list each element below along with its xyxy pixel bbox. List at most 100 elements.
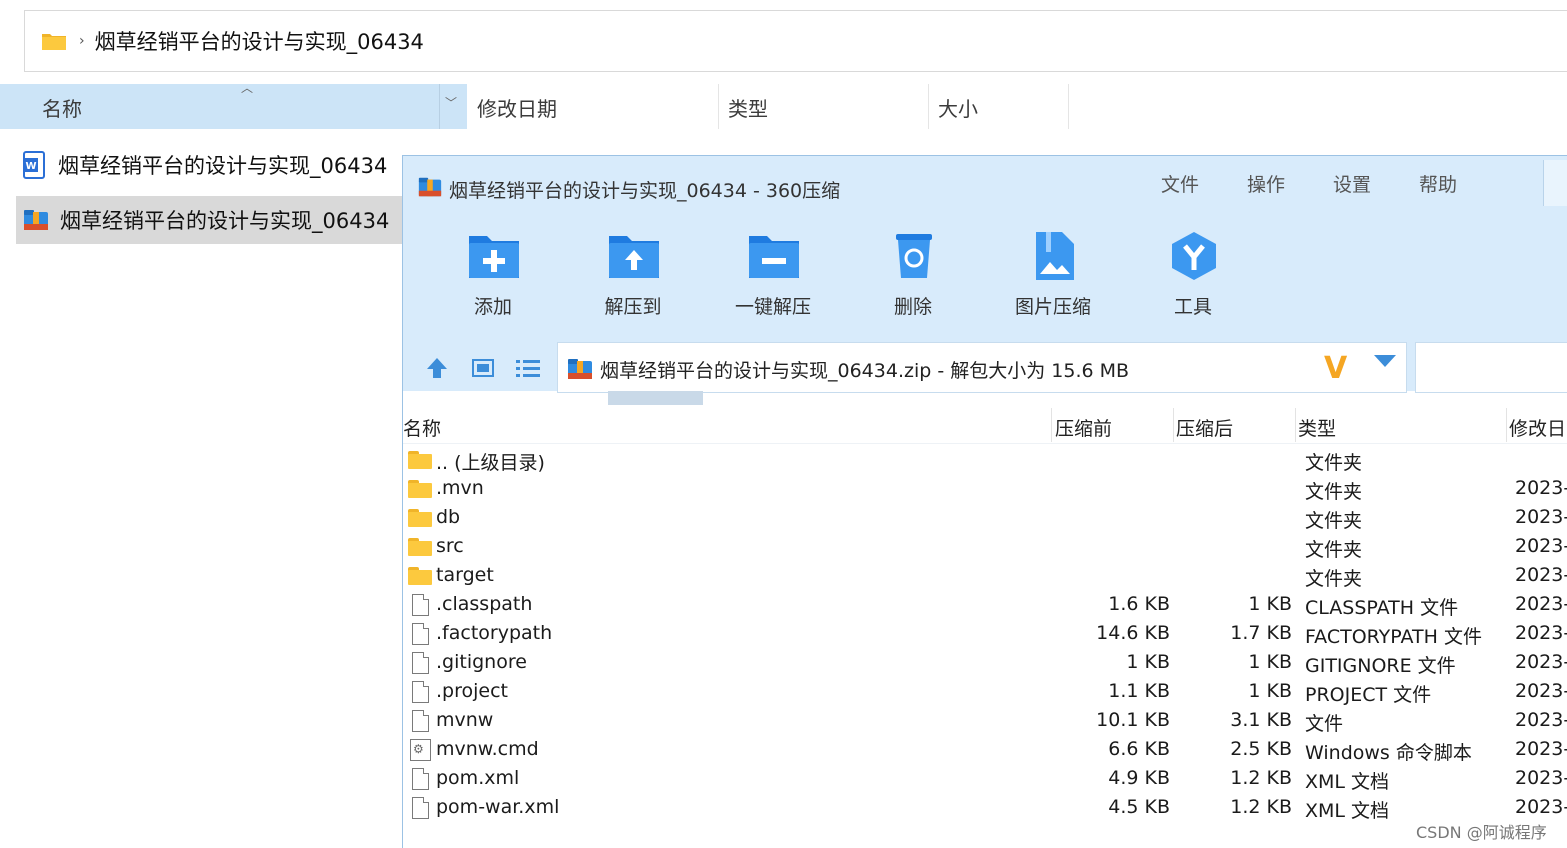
extract-to-icon: [609, 236, 659, 278]
file-row[interactable]: src 文件夹 2023-: [403, 533, 1567, 562]
explorer-row-doc[interactable]: W 烟草经销平台的设计与实现_06434: [16, 141, 402, 189]
menu-help[interactable]: 帮助: [1419, 170, 1457, 197]
file-row[interactable]: db 文件夹 2023-: [403, 504, 1567, 533]
folder-icon: [408, 564, 432, 588]
file-type: 文件夹: [1305, 510, 1363, 532]
address-bar[interactable]: › 烟草经销平台的设计与实现_06434: [24, 10, 1567, 72]
image-compress-label: 图片压缩: [1014, 296, 1091, 318]
file-row[interactable]: .gitignore 1 KB 1 KB GITIGNORE 文件 2023-: [403, 649, 1567, 678]
one-click-extract-icon: [749, 236, 799, 278]
file-icon: [408, 680, 432, 704]
svg-text:W: W: [25, 161, 36, 172]
file-name: .project: [436, 680, 508, 702]
file-icon: [408, 796, 432, 820]
file-row[interactable]: .classpath 1.6 KB 1 KB CLASSPATH 文件 2023-: [403, 591, 1567, 620]
zip-archive-icon: [24, 210, 48, 230]
explorer-row-label: 烟草经销平台的设计与实现_06434: [60, 209, 390, 233]
chevron-down-icon[interactable]: [1374, 355, 1396, 367]
add-button[interactable]: 添加: [438, 228, 548, 328]
chevron-down-icon[interactable]: ﹀: [445, 94, 457, 111]
file-date: 2023-: [1515, 651, 1567, 673]
column-size[interactable]: 大小: [938, 93, 978, 122]
delete-button[interactable]: 删除: [858, 228, 968, 328]
breadcrumb[interactable]: 烟草经销平台的设计与实现_06434: [95, 26, 424, 56]
folder-icon: [41, 31, 67, 51]
tools-icon: [1172, 232, 1216, 280]
file-row[interactable]: pom.xml 4.9 KB 1.2 KB XML 文档 2023-: [403, 765, 1567, 794]
one-click-extract-label: 一键解压: [734, 296, 811, 318]
header-name[interactable]: 名称: [403, 414, 441, 441]
file-size-after: 1 KB: [1248, 593, 1292, 615]
extract-to-button[interactable]: 解压到: [578, 228, 688, 328]
column-type[interactable]: 类型: [728, 93, 768, 122]
file-size-before: 4.9 KB: [1108, 767, 1170, 789]
file-name: .factorypath: [436, 622, 553, 644]
menu-settings[interactable]: 设置: [1333, 170, 1371, 197]
file-row[interactable]: .. (上级目录) 文件夹: [403, 446, 1567, 475]
shirt-skin-icon[interactable]: [1543, 160, 1567, 206]
file-size-before: 10.1 KB: [1096, 709, 1170, 731]
menu-operate[interactable]: 操作: [1247, 170, 1285, 197]
file-name: src: [436, 535, 464, 557]
file-size-before: 1.6 KB: [1108, 593, 1170, 615]
file-type: Windows 命令脚本: [1305, 742, 1472, 764]
file-size-after: 1 KB: [1248, 680, 1292, 702]
word-doc-icon: W: [23, 151, 45, 179]
explorer-column-header: 名称 ︿ ﹀ 修改日期 类型 大小: [0, 81, 1567, 129]
file-date: 2023-: [1515, 535, 1567, 557]
file-row[interactable]: target 文件夹 2023-: [403, 562, 1567, 591]
file-size-after: 1 KB: [1248, 651, 1292, 673]
file-row[interactable]: ⚙ mvnw.cmd 6.6 KB 2.5 KB Windows 命令脚本 2023-: [403, 736, 1567, 765]
file-name: .classpath: [436, 593, 533, 615]
explorer-row-zip[interactable]: 烟草经销平台的设计与实现_06434: [16, 196, 402, 244]
zip-app-icon: [418, 177, 442, 197]
file-row[interactable]: .mvn 文件夹 2023-: [403, 475, 1567, 504]
folder-icon: [408, 448, 432, 472]
file-type: 文件夹: [1305, 452, 1363, 474]
list-view-icon[interactable]: [515, 356, 541, 380]
up-arrow-icon[interactable]: [425, 356, 449, 380]
column-modified[interactable]: 修改日期: [477, 93, 557, 122]
file-name: db: [436, 506, 461, 528]
file-row[interactable]: pom-war.xml 4.5 KB 1.2 KB XML 文档 2023-: [403, 794, 1567, 823]
watermark: CSDN @阿诚程序: [1416, 823, 1547, 842]
file-size-before: 1 KB: [1126, 651, 1170, 673]
chevron-right-icon: ›: [79, 33, 85, 49]
file-icon: [408, 767, 432, 791]
thumbnail-view-icon[interactable]: [471, 356, 495, 380]
archive-path-field[interactable]: 烟草经销平台的设计与实现_06434.zip - 解包大小为 15.6 MB V: [557, 342, 1407, 393]
header-date[interactable]: 修改日: [1509, 414, 1566, 441]
sort-ascending-icon: ︿: [241, 81, 254, 95]
file-row[interactable]: mvnw 10.1 KB 3.1 KB 文件 2023-: [403, 707, 1567, 736]
file-type: 文件: [1305, 713, 1344, 735]
file-size-after: 1.7 KB: [1230, 622, 1292, 644]
file-size-after: 2.5 KB: [1230, 738, 1292, 760]
header-type[interactable]: 类型: [1298, 414, 1336, 441]
file-date: 2023-: [1515, 738, 1567, 760]
file-name: .mvn: [436, 477, 484, 499]
file-size-after: 1.2 KB: [1230, 796, 1292, 818]
file-type: PROJECT 文件: [1305, 684, 1432, 706]
horizontal-scrollbar[interactable]: [608, 391, 703, 405]
search-input[interactable]: [1415, 342, 1567, 393]
file-size-before: 6.6 KB: [1108, 738, 1170, 760]
file-date: 2023-: [1515, 593, 1567, 615]
file-type: XML 文档: [1305, 771, 1390, 793]
tools-button[interactable]: 工具: [1138, 228, 1248, 328]
one-click-extract-button[interactable]: 一键解压: [718, 228, 828, 328]
delete-icon: [896, 234, 932, 278]
file-name: .. (上级目录): [436, 452, 545, 474]
file-date: 2023-: [1515, 709, 1567, 731]
file-row[interactable]: .project 1.1 KB 1 KB PROJECT 文件 2023-: [403, 678, 1567, 707]
header-after[interactable]: 压缩后: [1176, 414, 1233, 441]
column-name[interactable]: 名称 ︿ ﹀: [0, 81, 467, 129]
header-before[interactable]: 压缩前: [1055, 414, 1112, 441]
file-name: pom.xml: [436, 767, 520, 789]
file-row[interactable]: .factorypath 14.6 KB 1.7 KB FACTORYPATH 文件 2…: [403, 620, 1567, 649]
file-date: 2023-: [1515, 477, 1567, 499]
image-compress-button[interactable]: 图片压缩: [998, 228, 1108, 328]
zip-archive-icon: [568, 359, 592, 379]
menu-file[interactable]: 文件: [1161, 170, 1199, 197]
file-date: 2023-: [1515, 680, 1567, 702]
v-logo-icon[interactable]: V: [1324, 351, 1347, 386]
